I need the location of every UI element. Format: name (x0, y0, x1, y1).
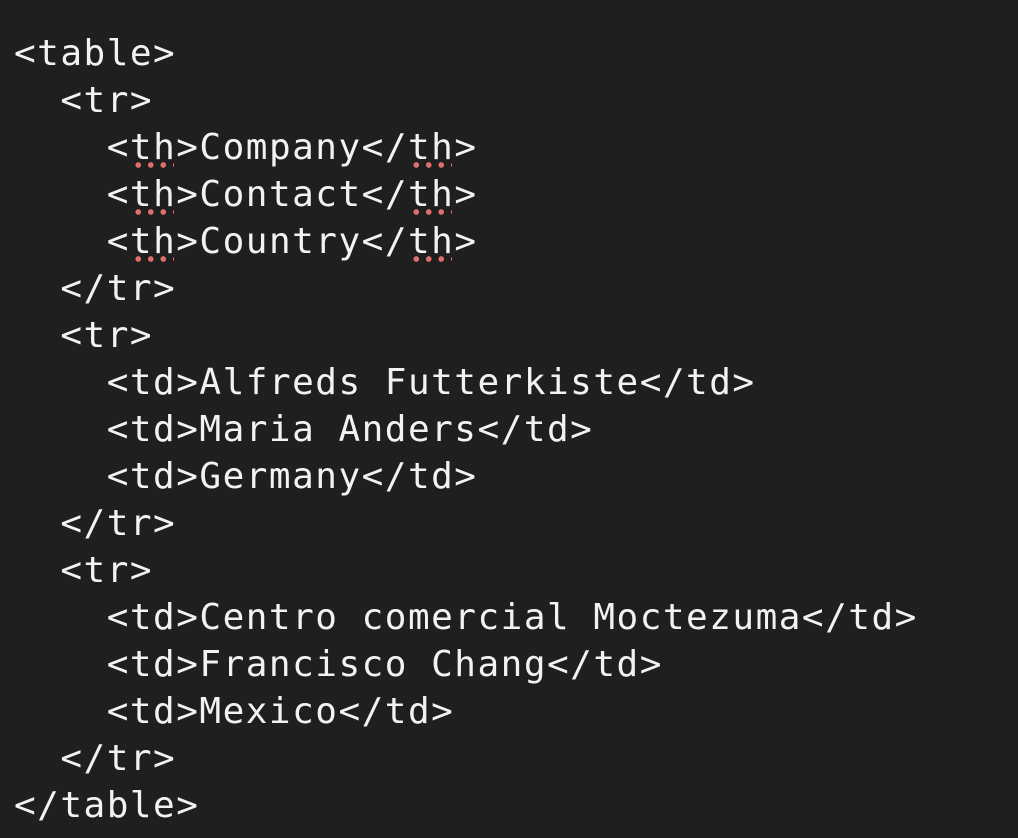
code-token: <table> (14, 33, 177, 74)
code-line[interactable]: </tr> (14, 500, 1018, 547)
spellcheck-flagged-token: th (408, 171, 454, 218)
spellcheck-flagged-token: th (130, 171, 176, 218)
code-line[interactable]: <td>Mexico</td> (14, 688, 1018, 735)
code-token: <td>Maria Anders</td> (106, 409, 594, 450)
code-token: <tr> (60, 550, 154, 591)
code-token: >Contact</ (176, 174, 408, 215)
code-line[interactable]: <th>Contact</th> (14, 171, 1018, 218)
code-line[interactable]: <th>Country</th> (14, 218, 1018, 265)
code-line[interactable]: <td>Germany</td> (14, 453, 1018, 500)
code-line[interactable]: <td>Centro comercial Moctezuma</td> (14, 594, 1018, 641)
code-token: <td>Francisco Chang</td> (106, 644, 663, 685)
code-line[interactable]: </tr> (14, 265, 1018, 312)
code-line[interactable]: <table> (14, 30, 1018, 77)
code-line[interactable]: <td>Alfreds Futterkiste</td> (14, 359, 1018, 406)
code-line[interactable]: <tr> (14, 547, 1018, 594)
code-token: <td>Centro comercial Moctezuma</td> (106, 597, 918, 638)
code-token: <tr> (60, 80, 154, 121)
code-token: </tr> (60, 738, 177, 779)
code-token: <td>Alfreds Futterkiste</td> (106, 362, 756, 403)
code-token: <td>Germany</td> (106, 456, 478, 497)
code-token: < (106, 127, 130, 168)
code-token: < (106, 174, 130, 215)
code-token: </tr> (60, 503, 177, 544)
spellcheck-flagged-token: th (130, 124, 176, 171)
code-token: </tr> (60, 268, 177, 309)
code-token: > (454, 174, 478, 215)
code-token: < (106, 221, 130, 262)
spellcheck-flagged-token: th (408, 218, 454, 265)
code-lines: <table> <tr> <th>Company</th> <th>Contac… (14, 30, 1018, 829)
code-token: <tr> (60, 315, 154, 356)
code-token: > (454, 221, 478, 262)
code-token: > (454, 127, 478, 168)
code-line[interactable]: <th>Company</th> (14, 124, 1018, 171)
code-token: >Country</ (176, 221, 408, 262)
code-line[interactable]: <td>Francisco Chang</td> (14, 641, 1018, 688)
spellcheck-flagged-token: th (408, 124, 454, 171)
code-line[interactable]: </tr> (14, 735, 1018, 782)
code-editor[interactable]: <table> <tr> <th>Company</th> <th>Contac… (0, 0, 1018, 838)
code-line[interactable]: </table> (14, 782, 1018, 829)
code-line[interactable]: <tr> (14, 77, 1018, 124)
code-line[interactable]: <td>Maria Anders</td> (14, 406, 1018, 453)
code-line[interactable]: <tr> (14, 312, 1018, 359)
code-token: <td>Mexico</td> (106, 691, 455, 732)
code-token: </table> (14, 785, 200, 826)
code-token: >Company</ (176, 127, 408, 168)
spellcheck-flagged-token: th (130, 218, 176, 265)
